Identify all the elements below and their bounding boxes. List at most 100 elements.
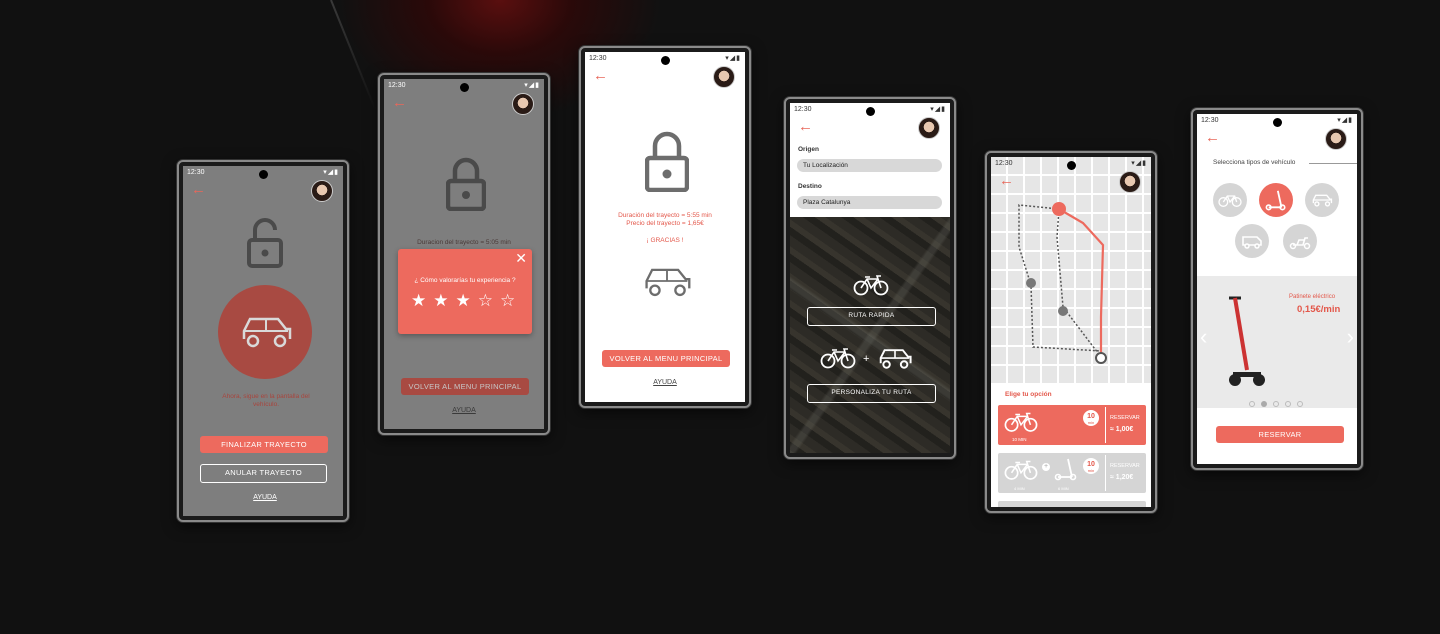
help-link[interactable]: AYUDA — [442, 407, 486, 414]
bicycle-icon — [1004, 411, 1038, 433]
finish-trip-button[interactable]: FINALIZAR TRAYECTO — [200, 436, 328, 453]
option-partial[interactable] — [998, 501, 1146, 507]
price-label: ≈ 1,00€ — [1110, 426, 1133, 433]
thanks-text: ¡ GRACIAS ! — [646, 237, 684, 244]
time-badge: 10 min — [1083, 458, 1099, 474]
status-icons: ▾◢▮ — [1131, 160, 1147, 167]
close-icon[interactable]: ✕ — [515, 250, 527, 267]
avatar[interactable] — [512, 93, 534, 115]
duration-text: Duracion del trayecto = 5:05 min — [417, 239, 511, 246]
camera-notch — [661, 56, 670, 65]
unlock-icon — [247, 218, 283, 268]
carousel-dot[interactable] — [1273, 401, 1279, 407]
carousel-dot[interactable] — [1297, 401, 1303, 407]
star-empty-icon[interactable]: ☆ — [478, 291, 500, 310]
duration-text: Duración del trayecto = 5:55 min — [618, 212, 712, 219]
vehicle-bike-button[interactable] — [1213, 183, 1247, 217]
camera-notch — [866, 107, 875, 116]
scooter-icon — [1054, 457, 1078, 481]
avatar[interactable] — [918, 117, 940, 139]
screen-rating: 12:30 ▾◢▮ ← Duracion del trayecto = 5:05 … — [384, 79, 544, 429]
price-value: 1,20€ — [1115, 474, 1134, 481]
phone-route-select: 12:30 ▾◢▮ ← Origen Tu Localización Destin… — [784, 97, 956, 459]
avatar[interactable] — [1325, 128, 1347, 150]
car-icon — [641, 262, 693, 300]
back-arrow-icon[interactable]: ← — [798, 119, 813, 134]
choose-option-label: Elige tu opción — [1005, 391, 1052, 398]
option-bike[interactable]: 10 MIN 10 min RESERVAR ≈ 1,00€ — [998, 405, 1146, 445]
lock-icon — [645, 130, 689, 192]
time-badge-unit: min — [1087, 420, 1095, 425]
star-filled-icon[interactable]: ★ — [456, 291, 478, 310]
vehicle-car-button[interactable] — [1305, 183, 1339, 217]
vehicle-scooter-button[interactable] — [1259, 183, 1293, 217]
avatar[interactable] — [713, 66, 735, 88]
back-to-menu-button[interactable]: VOLVER AL MENU PRINCIPAL — [401, 378, 529, 395]
phone-finish-trip: 12:30 ▾◢▮ ← Ahora, sigue en la pantalla d… — [177, 160, 349, 522]
avatar[interactable] — [311, 180, 333, 202]
status-time: 12:30 — [388, 82, 406, 89]
back-arrow-icon[interactable]: ← — [392, 95, 407, 110]
status-icons: ▾◢▮ — [930, 106, 946, 113]
screen-finish-trip: 12:30 ▾◢▮ ← Ahora, sigue en la pantalla d… — [183, 166, 343, 516]
star-filled-icon[interactable]: ★ — [411, 291, 433, 310]
back-arrow-icon[interactable]: ← — [191, 182, 206, 197]
carousel-dot-active[interactable] — [1261, 401, 1267, 407]
background-line — [330, 0, 377, 112]
car-icon — [876, 345, 914, 371]
rating-question: ¿ Cómo valorarías tu experiencia ? — [414, 277, 516, 284]
help-link[interactable]: AYUDA — [643, 379, 687, 386]
avatar[interactable] — [1119, 171, 1141, 193]
back-to-menu-button[interactable]: VOLVER AL MENU PRINCIPAL — [602, 350, 730, 367]
reserve-label: RESERVAR — [1110, 415, 1140, 421]
duration-label: 6 MIN — [1058, 486, 1069, 491]
reserve-button[interactable]: RESERVAR — [1216, 426, 1344, 443]
star-filled-icon[interactable]: ★ — [433, 291, 455, 310]
plus-icon: + — [1042, 463, 1050, 471]
vehicle-moped-button[interactable] — [1283, 224, 1317, 258]
carousel-dots — [1249, 394, 1303, 412]
status-icons: ▾◢▮ — [524, 82, 540, 89]
custom-route-button[interactable]: PERSONALIZA TU RUTA — [807, 384, 936, 403]
van-icon — [1241, 233, 1263, 249]
back-arrow-icon[interactable]: ← — [593, 68, 608, 83]
phone-rating: 12:30 ▾◢▮ ← Duracion del trayecto = 5:05 … — [378, 73, 550, 435]
camera-notch — [259, 170, 268, 179]
carousel-dot[interactable] — [1285, 401, 1291, 407]
product-name: Patinete eléctrico — [1289, 294, 1336, 300]
chevron-left-icon[interactable]: ‹ — [1200, 324, 1207, 350]
help-link[interactable]: AYUDA — [243, 494, 287, 501]
camera-notch — [460, 83, 469, 92]
status-time: 12:30 — [995, 160, 1013, 167]
title-divider — [1309, 163, 1357, 164]
bicycle-icon — [1004, 459, 1038, 481]
carousel-dot[interactable] — [1249, 401, 1255, 407]
back-arrow-icon[interactable]: ← — [1205, 130, 1220, 145]
status-time: 12:30 — [589, 55, 607, 62]
status-time: 12:30 — [1201, 117, 1219, 124]
plus-icon: + — [863, 353, 870, 365]
rating-dialog: ✕ ¿ Cómo valorarías tu experiencia ? ★★★… — [398, 249, 532, 334]
back-arrow-icon[interactable]: ← — [999, 173, 1014, 188]
product-price: 0,15€/min — [1297, 304, 1341, 315]
status-icons: ▾◢▮ — [323, 169, 339, 176]
aerial-map[interactable]: RUTA RAPIDA + PERSONALIZA TU RUTA — [790, 217, 950, 453]
origin-input[interactable]: Tu Localización — [797, 159, 942, 172]
option-bike-scooter[interactable]: + 4 MIN 6 MIN 10 min RESERVAR ≈ 1,20€ — [998, 453, 1146, 493]
phone-vehicle-select: 12:30 ▾◢▮ ← Selecciona tipos de vehículo … — [1191, 108, 1363, 470]
reserve-label: RESERVAR — [1110, 463, 1140, 469]
chevron-right-icon[interactable]: › — [1347, 324, 1354, 350]
approx-icon: ≈ — [1110, 426, 1114, 433]
car-icon — [1311, 192, 1333, 208]
cancel-trip-button[interactable]: ANULAR TRAYECTO — [200, 464, 327, 483]
vehicle-van-button[interactable] — [1235, 224, 1269, 258]
fast-route-button[interactable]: RUTA RAPIDA — [807, 307, 936, 326]
status-icons: ▾◢▮ — [725, 55, 741, 62]
destination-input[interactable]: Plaza Catalunya — [797, 196, 942, 209]
star-empty-icon[interactable]: ☆ — [500, 291, 522, 310]
destination-label: Destino — [798, 183, 822, 190]
phone-route-options: 12:30 ▾◢▮ ← Elige tu opción 10 MIN 10 min… — [985, 151, 1157, 513]
screen-vehicle-select: 12:30 ▾◢▮ ← Selecciona tipos de vehículo … — [1197, 114, 1357, 464]
vehicle-type-title: Selecciona tipos de vehículo — [1213, 159, 1296, 166]
duration-label: 10 MIN — [1012, 437, 1027, 442]
